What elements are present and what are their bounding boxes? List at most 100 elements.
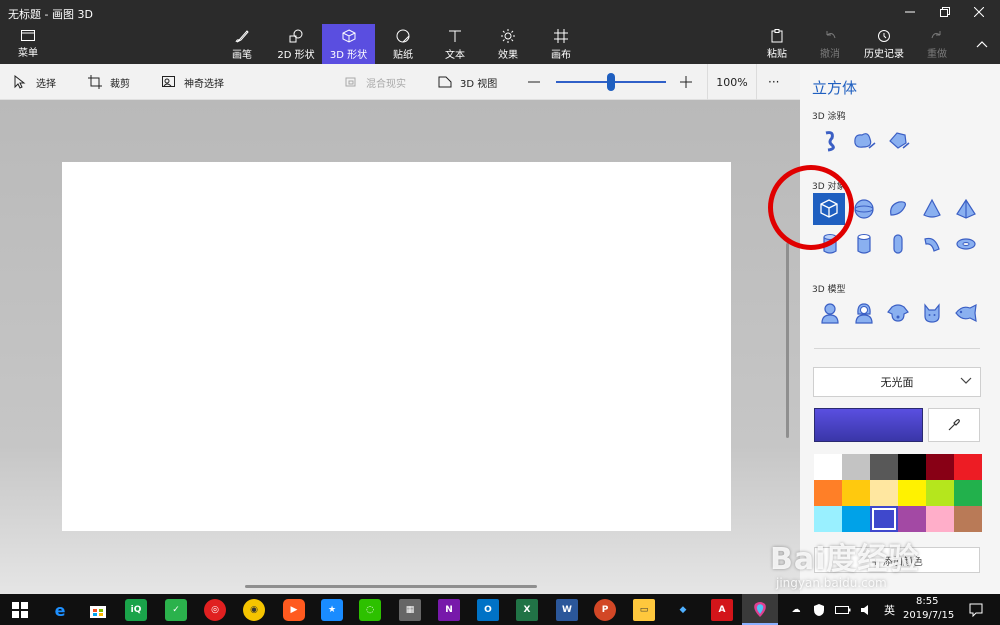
palette-color-3[interactable]	[898, 454, 926, 480]
maximize-button[interactable]	[928, 0, 962, 24]
paint3d-icon	[754, 601, 766, 617]
tube-doodle-icon	[889, 132, 910, 149]
iqiyi-icon[interactable]: iQ	[125, 599, 147, 621]
torus-object-button[interactable]	[950, 228, 982, 260]
collapse-ribbon-button[interactable]	[972, 24, 992, 64]
tube-doodle-button[interactable]	[882, 125, 914, 157]
mixed-reality-label: 混合现实	[366, 78, 406, 90]
app-icon[interactable]: ◆	[672, 599, 694, 621]
pyramid-object-button[interactable]	[950, 193, 982, 225]
palette-color-4[interactable]	[926, 454, 954, 480]
current-color-swatch[interactable]	[814, 408, 923, 442]
horizontal-scrollbar[interactable]	[245, 585, 537, 588]
start-button[interactable]	[9, 599, 31, 621]
soft-edge-doodle-button[interactable]	[848, 125, 880, 157]
more-button[interactable]: ···	[768, 64, 779, 100]
hemisphere-object-button[interactable]	[882, 193, 914, 225]
watermark-url: jingyan.baidu.com	[776, 576, 887, 590]
clock-date[interactable]: 2019/7/15	[903, 610, 954, 621]
tube-object-button[interactable]	[848, 228, 880, 260]
workspace[interactable]	[0, 100, 800, 594]
palette-color-5[interactable]	[954, 454, 982, 480]
minus-icon	[528, 81, 540, 83]
edge-icon[interactable]: e	[49, 599, 71, 621]
volume-icon[interactable]	[856, 599, 878, 621]
tab-brushes[interactable]: 画笔	[226, 24, 258, 64]
plus-icon	[680, 76, 692, 88]
video-app-icon[interactable]: ▶	[283, 599, 305, 621]
chat-app-icon[interactable]: ✓	[165, 599, 187, 621]
palette-color-11[interactable]	[954, 480, 982, 506]
onenote-icon[interactable]: N	[438, 599, 460, 621]
palette-color-10[interactable]	[926, 480, 954, 506]
mixed-reality-button[interactable]: 混合现实	[344, 64, 406, 100]
fish-model-button[interactable]	[950, 297, 982, 329]
zoom-level[interactable]: 100%	[707, 64, 757, 100]
palette-color-6[interactable]	[814, 480, 842, 506]
watermark-brand: Bai度经验	[770, 542, 920, 577]
view3d-button[interactable]: 3D 视图	[438, 64, 497, 100]
canvas[interactable]	[62, 162, 731, 531]
clock-time[interactable]: 8:55	[916, 596, 938, 607]
history-button[interactable]: 历史记录	[860, 24, 908, 64]
select-label: 选择	[36, 78, 56, 90]
store-icon[interactable]	[87, 599, 109, 621]
zoom-in-button[interactable]	[680, 64, 692, 100]
palette-color-1[interactable]	[842, 454, 870, 480]
menu-button[interactable]: 菜单	[6, 26, 50, 62]
palette-color-0[interactable]	[814, 454, 842, 480]
paint3d-taskbar-icon[interactable]	[742, 594, 778, 625]
tab-canvas[interactable]: 画布	[546, 24, 576, 64]
powerpoint-icon[interactable]: P	[594, 599, 616, 621]
select-button[interactable]: 选择	[14, 64, 56, 100]
man-model-button[interactable]	[814, 297, 846, 329]
tab-2d-shapes[interactable]: 2D 形状	[272, 24, 320, 64]
redo-button[interactable]: 重做	[924, 24, 950, 64]
wechat-icon[interactable]: ◌	[359, 599, 381, 621]
file-explorer-icon[interactable]: ▭	[633, 599, 655, 621]
battery-icon[interactable]	[832, 599, 854, 621]
calculator-icon[interactable]: ▦	[399, 599, 421, 621]
dog-model-button[interactable]	[882, 297, 914, 329]
cone-object-button[interactable]	[916, 193, 948, 225]
curved-tube-object-button[interactable]	[916, 228, 948, 260]
tab-3d-shapes[interactable]: 3D 形状	[322, 24, 375, 64]
tab-effects[interactable]: 效果	[493, 24, 523, 64]
woman-model-button[interactable]	[848, 297, 880, 329]
palette-color-8[interactable]	[870, 480, 898, 506]
input-method-indicator[interactable]: 英	[884, 602, 895, 618]
tab-text[interactable]: 文本	[440, 24, 470, 64]
palette-color-2[interactable]	[870, 454, 898, 480]
magic-select-button[interactable]: 神奇选择	[162, 64, 224, 100]
history-icon	[877, 29, 891, 43]
cat-model-button[interactable]	[916, 297, 948, 329]
close-button[interactable]	[962, 0, 996, 24]
sun-icon	[500, 28, 516, 44]
capsule-object-button[interactable]	[882, 228, 914, 260]
history-label: 历史记录	[864, 48, 904, 60]
excel-icon[interactable]: X	[516, 599, 538, 621]
eyedropper-button[interactable]	[928, 408, 980, 442]
sharp-edge-doodle-button[interactable]	[814, 125, 846, 157]
zoom-out-button[interactable]	[528, 64, 540, 100]
shield-icon[interactable]	[808, 599, 830, 621]
vertical-scrollbar[interactable]	[786, 243, 789, 438]
palette-color-7[interactable]	[842, 480, 870, 506]
browser-icon[interactable]: ◉	[243, 599, 265, 621]
pdf-reader-icon[interactable]: A	[711, 599, 733, 621]
netease-music-icon[interactable]: ◎	[204, 599, 226, 621]
zoom-slider-thumb[interactable]	[607, 73, 615, 91]
minimize-button[interactable]	[893, 0, 927, 24]
paste-button[interactable]: 粘贴	[764, 24, 790, 64]
undo-button[interactable]: 撤消	[817, 24, 843, 64]
word-icon[interactable]: W	[556, 599, 578, 621]
sticker-icon	[395, 28, 411, 44]
action-center-icon[interactable]	[965, 599, 987, 621]
star-app-icon[interactable]: ★	[321, 599, 343, 621]
crop-button[interactable]: 裁剪	[88, 64, 130, 100]
tab-stickers[interactable]: 贴纸	[388, 24, 418, 64]
material-dropdown[interactable]: 无光面	[813, 367, 981, 397]
palette-color-9[interactable]	[898, 480, 926, 506]
onedrive-icon[interactable]: ☁	[785, 599, 807, 621]
outlook-icon[interactable]: O	[477, 599, 499, 621]
